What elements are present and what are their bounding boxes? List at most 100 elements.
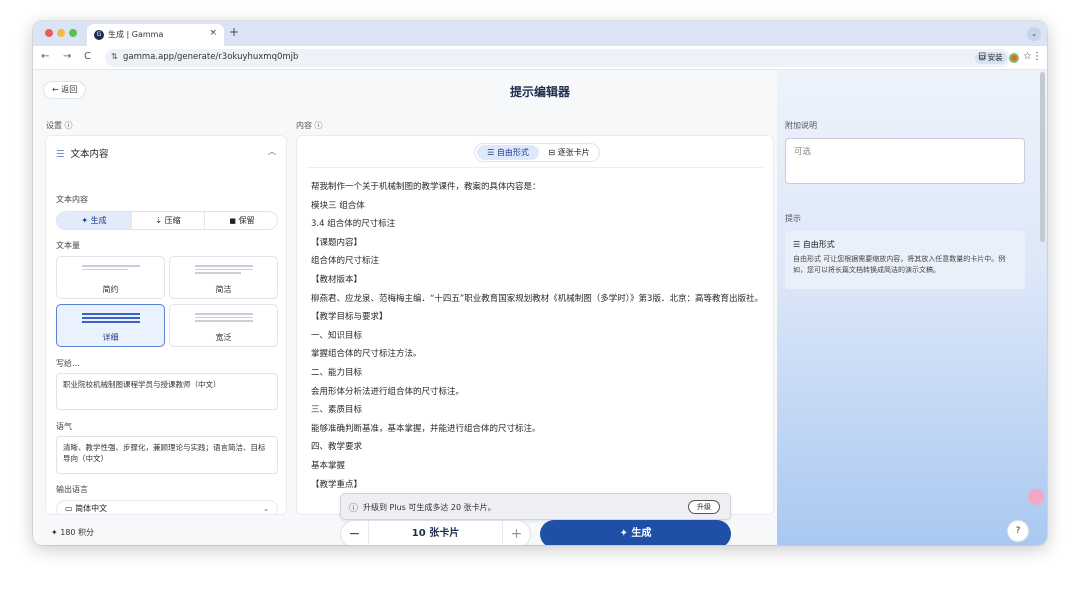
amount-card-concise[interactable]: 简洁: [169, 256, 278, 299]
maximize-window-button[interactable]: [69, 29, 77, 37]
tip-box: ☰ 自由形式 自由形式 可让您根据需要缩放内容，将其放入任意数量的卡片中。例如，…: [785, 231, 1025, 289]
prompt-line: 三、素质目标: [311, 405, 363, 416]
close-window-button[interactable]: [45, 29, 53, 37]
prompt-line: 模块三 组合体: [311, 200, 365, 211]
text-content-header[interactable]: ☰ 文本内容: [56, 146, 109, 160]
amount-label-detailed: 详细: [102, 333, 119, 342]
output-language-value: 简体中文: [75, 504, 108, 513]
new-tab-button[interactable]: +: [229, 25, 239, 39]
extensions-icon[interactable]: ⊡: [978, 51, 986, 62]
credits-count[interactable]: ✦ 180 积分: [51, 525, 94, 541]
increase-cards-button[interactable]: +: [502, 521, 530, 545]
page-title: 提示编辑器: [509, 85, 570, 99]
settings-panel: ☰ 文本内容 ︿ 文本内容 ✦ 生成 ⇣ 压缩 ■ 保留 文本量 简约 简洁 详细: [45, 135, 287, 515]
text-content-label: 文本内容: [56, 195, 88, 204]
prompt-line: 二、能力目标: [311, 367, 363, 378]
address-bar[interactable]: ⇅ gamma.app/generate/r3okuyhuxmq0mjb ⊡ 安…: [105, 49, 1032, 67]
tip-title: ☰ 自由形式: [793, 240, 835, 249]
amount-card-detailed[interactable]: 详细: [56, 304, 165, 347]
back-arrow-icon[interactable]: ←: [41, 51, 49, 62]
prompt-line: 【教材版本】: [311, 274, 363, 285]
text-content-icon: ☰: [56, 149, 65, 160]
amount-label-extensive: 宽泛: [215, 333, 232, 342]
prompt-line: 【教学重点】: [311, 479, 363, 490]
prompt-line: 【教学目标与要求】: [311, 312, 388, 323]
bookmark-star-icon[interactable]: ☆: [1023, 51, 1032, 62]
tab-search-icon[interactable]: ⌄: [1027, 27, 1041, 41]
help-button[interactable]: ?: [1007, 520, 1029, 542]
prompt-line: 一、知识目标: [311, 330, 363, 341]
browser-tab[interactable]: G 生成 | Gamma ×: [87, 24, 224, 46]
browser-window: G 生成 | Gamma × + ⌄ ← → C ⇅ gamma.app/gen…: [33, 21, 1047, 545]
collapse-caret-icon[interactable]: ︿: [268, 146, 276, 157]
decrease-cards-button[interactable]: −: [341, 521, 369, 545]
prompt-line: 会用形体分析法进行组合体的尺寸标注。: [311, 386, 465, 397]
content-divider: [307, 167, 763, 168]
prompt-line: 帮我制作一个关于机械制图的教学课件，教案的具体内容是：: [311, 182, 541, 192]
text-mode-segmented-control: ✦ 生成 ⇣ 压缩 ■ 保留: [56, 211, 278, 230]
sparkle-icon: ✦: [81, 216, 89, 225]
prompt-line: 【课题内容】: [311, 237, 363, 248]
upgrade-toast: ⓘ 升级到 Plus 可生成多达 20 张卡片。 升级: [340, 493, 731, 520]
settings-section-label: 设置 ⓘ: [46, 121, 73, 130]
mode-generate-button[interactable]: ✦ 生成: [57, 212, 131, 229]
audience-textarea[interactable]: 职业院校机械制图课程学员与授课教师（中文）: [56, 373, 278, 410]
brief-lines-icon: [82, 265, 140, 275]
generate-button[interactable]: ✦ 生成: [540, 520, 731, 545]
info-icon: ⓘ: [349, 504, 359, 514]
notes-section-label: 附加说明: [785, 121, 817, 130]
output-language-select[interactable]: ▭ 简体中文 ⌄: [56, 500, 278, 514]
bottom-bar: ✦ 180 积分 − 10 张卡片 + ✦ 生成 ?: [33, 520, 1047, 545]
prompt-line: 掌握组合体的尺寸标注方法。: [311, 349, 422, 360]
page-scrollbar[interactable]: [1040, 72, 1045, 242]
freeform-icon: ☰: [487, 148, 495, 157]
prompt-line: 3.4 组合体的尺寸标注: [311, 219, 396, 230]
keyboard-icon: ▭: [65, 504, 73, 513]
amount-card-brief[interactable]: 简约: [56, 256, 165, 299]
extensive-lines-icon: [195, 313, 253, 323]
card-by-card-icon: ⊟: [548, 148, 556, 157]
browser-menu-icon[interactable]: ⋮: [1032, 51, 1042, 62]
site-info-icon[interactable]: ⇅: [111, 52, 118, 61]
prompt-line: 基本掌握: [311, 460, 346, 471]
output-language-label: 输出语言: [56, 485, 88, 494]
tab-title: 生成 | Gamma: [108, 30, 164, 39]
browser-toolbar: ← → C ⇅ gamma.app/generate/r3okuyhuxmq0m…: [33, 46, 1047, 70]
prompt-line: 能够准确判断基准，基本掌握，并能进行组合体的尺寸标注。: [311, 423, 541, 434]
amount-card-extensive[interactable]: 宽泛: [169, 304, 278, 347]
tab-close-icon[interactable]: ×: [209, 28, 217, 38]
tab-strip: G 生成 | Gamma × + ⌄: [33, 21, 1047, 46]
prompt-line: 组合体的尺寸标注: [311, 256, 380, 267]
content-mode-switch: ☰ 自由形式 ⊟ 逐张卡片: [474, 143, 600, 162]
lock-icon: ■: [229, 217, 237, 225]
minimize-window-button[interactable]: [57, 29, 65, 37]
mode-preserve-button[interactable]: ■ 保留: [205, 212, 277, 229]
tone-textarea[interactable]: 清晰、教学性强、步骤化，兼顾理论与实践；语言简洁、目标导向（中文）: [56, 436, 278, 474]
mode-condense-button[interactable]: ⇣ 压缩: [131, 212, 205, 229]
reload-icon[interactable]: C: [84, 51, 91, 62]
settings-panel-title: 文本内容: [70, 149, 109, 160]
gamma-favicon-icon: G: [94, 30, 104, 40]
mode-condense-label: 压缩: [164, 216, 181, 225]
prompt-line: 四、教学要求: [311, 442, 363, 453]
tip-body: 自由形式 可让您根据需要缩放内容，将其放入任意数量的卡片中。例如，您可以将长篇文…: [793, 255, 1006, 274]
prompt-text-editor[interactable]: 帮我制作一个关于机械制图的教学课件，教案的具体内容是： 模块三 组合体 3.4 组合…: [311, 181, 763, 497]
detailed-lines-icon: [82, 313, 140, 323]
audience-label: 写给...: [56, 359, 80, 368]
install-label: 安装: [987, 53, 1003, 62]
mode-card-by-card-button[interactable]: ⊟ 逐张卡片: [539, 145, 599, 160]
additional-notes-textarea[interactable]: 可选: [785, 138, 1025, 184]
text-amount-label: 文本量: [56, 241, 80, 250]
url-text[interactable]: gamma.app/generate/r3okuyhuxmq0mjb: [123, 52, 298, 62]
chevron-down-icon: ⌄: [263, 505, 269, 513]
card-count-stepper: − 10 张卡片 +: [340, 520, 531, 545]
amount-label-concise: 简洁: [215, 285, 232, 294]
profile-avatar[interactable]: [1009, 53, 1019, 63]
side-widget-icon[interactable]: [1028, 489, 1044, 505]
forward-arrow-icon[interactable]: →: [63, 51, 71, 62]
mode-freeform-button[interactable]: ☰ 自由形式: [477, 145, 539, 160]
concise-lines-icon: [195, 265, 253, 275]
content-section-label: 内容 ⓘ: [296, 121, 323, 130]
page: ← 返回 提示编辑器 设置 ⓘ 内容 ⓘ 附加说明 ☰ 文本内容 ︿ 文本内容 ✦…: [33, 70, 1047, 545]
upgrade-button[interactable]: 升级: [688, 500, 720, 514]
